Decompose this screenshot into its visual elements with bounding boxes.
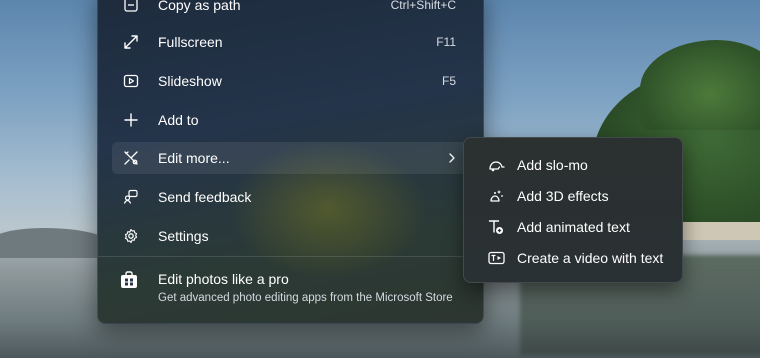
menu-item-send-feedback[interactable]: Send feedback <box>112 181 468 213</box>
video-text-icon <box>486 248 506 268</box>
submenu-item-label: Create a video with text <box>517 250 664 266</box>
copy-path-icon <box>120 0 142 16</box>
menu-item-label: Edit more... <box>158 150 230 166</box>
submenu-item-create-video-with-text[interactable]: Create a video with text <box>472 243 674 273</box>
menu-item-shortcut: F5 <box>441 74 456 88</box>
slo-mo-icon <box>486 155 506 175</box>
slideshow-icon <box>120 70 142 92</box>
promo-title: Edit photos like a pro <box>158 271 289 287</box>
submenu-item-label: Add slo-mo <box>517 157 588 173</box>
island-trees <box>640 40 760 130</box>
menu-item-label: Send feedback <box>158 189 252 205</box>
fullscreen-icon <box>120 31 142 53</box>
gear-icon <box>120 225 142 247</box>
edit-more-submenu: Add slo-mo Add 3D effects Add animated t… <box>463 137 683 283</box>
menu-item-edit-more[interactable]: Edit more... <box>112 142 468 174</box>
menu-item-settings[interactable]: Settings <box>112 220 468 252</box>
submenu-item-add-3d-effects[interactable]: Add 3D effects <box>472 181 674 211</box>
menu-item-fullscreen[interactable]: Fullscreen F11 <box>112 26 468 58</box>
edit-tools-icon <box>120 147 142 169</box>
promo-subtitle: Get advanced photo editing apps from the… <box>158 292 453 304</box>
store-icon <box>120 271 142 293</box>
menu-item-label: Add to <box>158 112 199 128</box>
submenu-item-add-animated-text[interactable]: Add animated text <box>472 212 674 242</box>
menu-item-label: Slideshow <box>158 73 222 89</box>
promo-text: Edit photos like a pro Get advanced phot… <box>158 267 453 304</box>
menu-item-label: Fullscreen <box>158 34 223 50</box>
context-menu: Copy as path Ctrl+Shift+C Fullscreen F11… <box>97 0 484 324</box>
plus-icon <box>120 109 142 131</box>
menu-item-shortcut: Ctrl+Shift+C <box>390 0 456 12</box>
promo-edit-photos[interactable]: Edit photos like a pro Get advanced phot… <box>112 267 468 311</box>
menu-item-label: Settings <box>158 228 209 244</box>
chevron-right-icon <box>448 152 456 164</box>
submenu-item-add-slo-mo[interactable]: Add slo-mo <box>472 150 674 180</box>
submenu-item-label: Add animated text <box>517 219 630 235</box>
menu-item-copy-as-path[interactable]: Copy as path Ctrl+Shift+C <box>112 0 468 21</box>
animated-text-icon <box>486 217 506 237</box>
menu-item-add-to[interactable]: Add to <box>112 104 468 136</box>
menu-item-slideshow[interactable]: Slideshow F5 <box>112 65 468 97</box>
menu-item-shortcut: F11 <box>436 35 456 49</box>
3d-effects-icon <box>486 186 506 206</box>
distant-hill <box>0 228 110 258</box>
feedback-icon <box>120 186 142 208</box>
menu-separator <box>98 256 483 257</box>
submenu-item-label: Add 3D effects <box>517 188 609 204</box>
menu-item-label: Copy as path <box>158 0 241 13</box>
